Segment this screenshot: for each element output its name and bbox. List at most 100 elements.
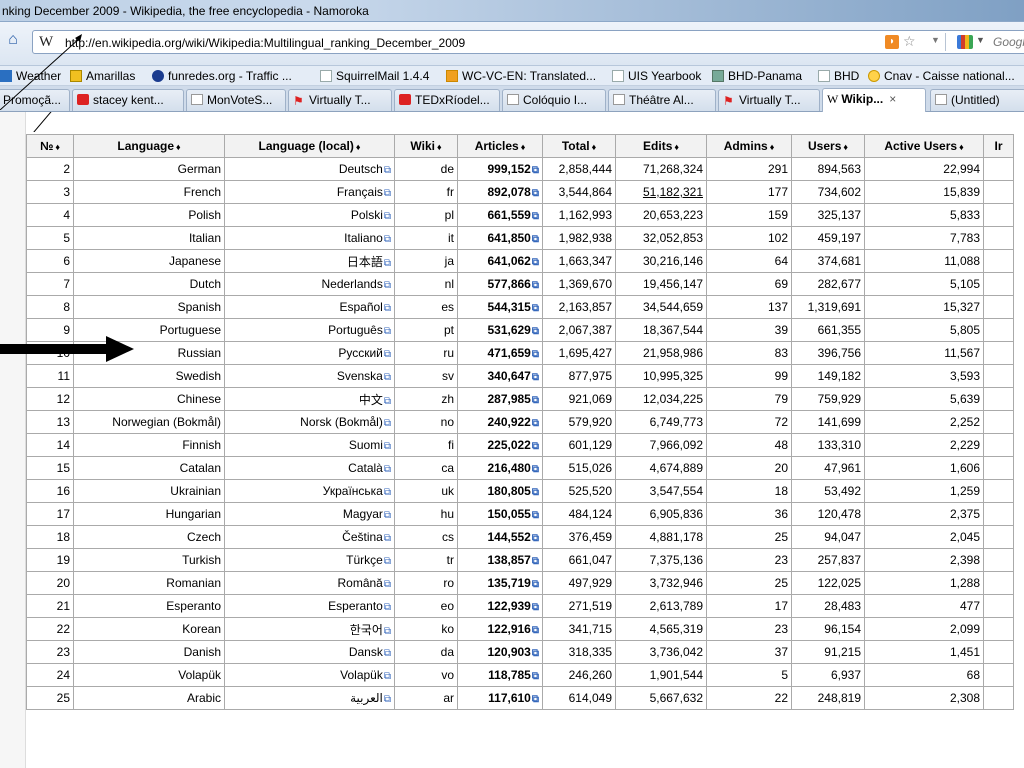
chevron-down-icon[interactable]: ▼ — [931, 35, 940, 45]
table-cell-lang[interactable]: Spanish — [73, 295, 225, 319]
table-cell-articles[interactable]: 999,152⧉ — [457, 157, 543, 181]
column-header[interactable]: Articles ♦ — [457, 134, 543, 158]
table-cell-lang[interactable]: Czech — [73, 525, 225, 549]
table-cell-local[interactable]: 한국어⧉ — [224, 617, 395, 641]
table-cell-lang[interactable]: Hungarian — [73, 502, 225, 526]
table-cell-articles[interactable]: 122,939⧉ — [457, 594, 543, 618]
google-icon[interactable] — [957, 35, 973, 49]
bookmark-amarillas[interactable]: Amarillas — [70, 69, 135, 83]
tab-monvotes[interactable]: MonVoteS... — [186, 89, 286, 111]
column-header[interactable]: Edits ♦ — [615, 134, 707, 158]
table-cell-wiki[interactable]: vo — [394, 663, 458, 687]
table-cell-wiki[interactable]: it — [394, 226, 458, 250]
table-cell-lang[interactable]: Portuguese — [73, 318, 225, 342]
table-cell-articles[interactable]: 577,866⧉ — [457, 272, 543, 296]
star-icon[interactable]: ☆ — [903, 33, 916, 50]
address-bar[interactable]: W http://en.wikipedia.org/wiki/Wikipedia… — [32, 30, 1024, 54]
sort-icon[interactable]: ♦ — [959, 142, 964, 152]
sort-icon[interactable]: ♦ — [437, 142, 442, 152]
table-cell-lang[interactable]: Arabic — [73, 686, 225, 710]
table-cell-local[interactable]: Italiano⧉ — [224, 226, 395, 250]
sort-icon[interactable]: ♦ — [674, 142, 679, 152]
table-cell-articles[interactable]: 144,552⧉ — [457, 525, 543, 549]
search-input[interactable]: Google — [993, 35, 1024, 49]
table-cell-articles[interactable]: 340,647⧉ — [457, 364, 543, 388]
table-cell-wiki[interactable]: zh — [394, 387, 458, 411]
tab-stacey-kent[interactable]: stacey kent... — [72, 89, 184, 111]
table-cell-articles[interactable]: 661,559⧉ — [457, 203, 543, 227]
sort-icon[interactable]: ♦ — [592, 142, 597, 152]
table-cell-wiki[interactable]: eo — [394, 594, 458, 618]
table-cell-local[interactable]: 中文⧉ — [224, 387, 395, 411]
table-cell-lang[interactable]: Volapük — [73, 663, 225, 687]
rss-icon[interactable]: ◗ — [885, 35, 899, 49]
table-cell-wiki[interactable]: ro — [394, 571, 458, 595]
table-cell-edits[interactable]: 51,182,321 — [615, 180, 707, 204]
bookmark-bhd[interactable]: BHD — [818, 69, 859, 83]
table-cell-wiki[interactable]: fi — [394, 433, 458, 457]
column-header[interactable]: Active Users ♦ — [864, 134, 984, 158]
bookmark-funredes[interactable]: funredes.org - Traffic ... — [152, 69, 292, 83]
table-cell-lang[interactable]: Ukrainian — [73, 479, 225, 503]
sort-icon[interactable]: ♦ — [55, 142, 60, 152]
table-cell-wiki[interactable]: ja — [394, 249, 458, 273]
table-cell-local[interactable]: Nederlands⧉ — [224, 272, 395, 296]
table-cell-wiki[interactable]: pl — [394, 203, 458, 227]
table-cell-lang[interactable]: Romanian — [73, 571, 225, 595]
table-cell-wiki[interactable]: sv — [394, 364, 458, 388]
table-cell-wiki[interactable]: nl — [394, 272, 458, 296]
tab-wikipedia[interactable]: W Wikip... × — [822, 88, 926, 112]
tab-coloquio[interactable]: Colóquio I... — [502, 89, 606, 111]
table-cell-wiki[interactable]: cs — [394, 525, 458, 549]
table-cell-local[interactable]: Polski⧉ — [224, 203, 395, 227]
column-header[interactable]: Admins ♦ — [706, 134, 792, 158]
table-cell-local[interactable]: Volapük⧉ — [224, 663, 395, 687]
table-cell-lang[interactable]: Norwegian (Bokmål) — [73, 410, 225, 434]
table-cell-lang[interactable]: Japanese — [73, 249, 225, 273]
table-cell-articles[interactable]: 892,078⧉ — [457, 180, 543, 204]
url-text[interactable]: http://en.wikipedia.org/wiki/Wikipedia:M… — [65, 36, 465, 50]
home-icon[interactable]: ⌂ — [4, 31, 22, 49]
sort-icon[interactable]: ♦ — [521, 142, 526, 152]
table-cell-lang[interactable]: Polish — [73, 203, 225, 227]
bookmark-uis-yearbook[interactable]: UIS Yearbook — [612, 69, 701, 83]
table-cell-wiki[interactable]: ru — [394, 341, 458, 365]
table-cell-articles[interactable]: 641,062⧉ — [457, 249, 543, 273]
table-cell-wiki[interactable]: da — [394, 640, 458, 664]
column-header[interactable]: Wiki ♦ — [394, 134, 458, 158]
table-cell-local[interactable]: Українська⧉ — [224, 479, 395, 503]
table-cell-wiki[interactable]: es — [394, 295, 458, 319]
table-cell-local[interactable]: Română⧉ — [224, 571, 395, 595]
bookmark-squirrelmail[interactable]: SquirrelMail 1.4.4 — [320, 69, 429, 83]
table-cell-wiki[interactable]: ko — [394, 617, 458, 641]
bookmark-bhd-panama[interactable]: BHD-Panama — [712, 69, 802, 83]
chevron-down-icon[interactable]: ▼ — [976, 35, 985, 45]
tab-promocao[interactable]: Promoçã... — [0, 89, 70, 111]
sort-icon[interactable]: ♦ — [843, 142, 848, 152]
table-cell-articles[interactable]: 240,922⧉ — [457, 410, 543, 434]
table-cell-local[interactable]: Dansk⧉ — [224, 640, 395, 664]
table-cell-wiki[interactable]: de — [394, 157, 458, 181]
tab-theatre[interactable]: Théâtre Al... — [608, 89, 716, 111]
tab-virtually-2[interactable]: ⚑ Virtually T... — [718, 89, 820, 111]
table-cell-local[interactable]: Svenska⧉ — [224, 364, 395, 388]
table-cell-lang[interactable]: Danish — [73, 640, 225, 664]
table-cell-articles[interactable]: 118,785⧉ — [457, 663, 543, 687]
bookmark-weather[interactable]: Weather — [0, 69, 61, 83]
table-cell-articles[interactable]: 225,022⧉ — [457, 433, 543, 457]
table-cell-articles[interactable]: 287,985⧉ — [457, 387, 543, 411]
column-header[interactable]: Language ♦ — [73, 134, 225, 158]
table-cell-local[interactable]: Esperanto⧉ — [224, 594, 395, 618]
table-cell-articles[interactable]: 138,857⧉ — [457, 548, 543, 572]
table-cell-local[interactable]: Türkçe⧉ — [224, 548, 395, 572]
table-cell-articles[interactable]: 117,610⧉ — [457, 686, 543, 710]
table-cell-lang[interactable]: Turkish — [73, 548, 225, 572]
table-cell-local[interactable]: Suomi⧉ — [224, 433, 395, 457]
table-cell-local[interactable]: Русский⧉ — [224, 341, 395, 365]
bookmark-cnav[interactable]: Cnav - Caisse national... — [868, 69, 1015, 83]
table-cell-local[interactable]: Čeština⧉ — [224, 525, 395, 549]
table-cell-articles[interactable]: 544,315⧉ — [457, 295, 543, 319]
sort-icon[interactable]: ♦ — [770, 142, 775, 152]
table-cell-lang[interactable]: Korean — [73, 617, 225, 641]
table-cell-local[interactable]: Français⧉ — [224, 180, 395, 204]
